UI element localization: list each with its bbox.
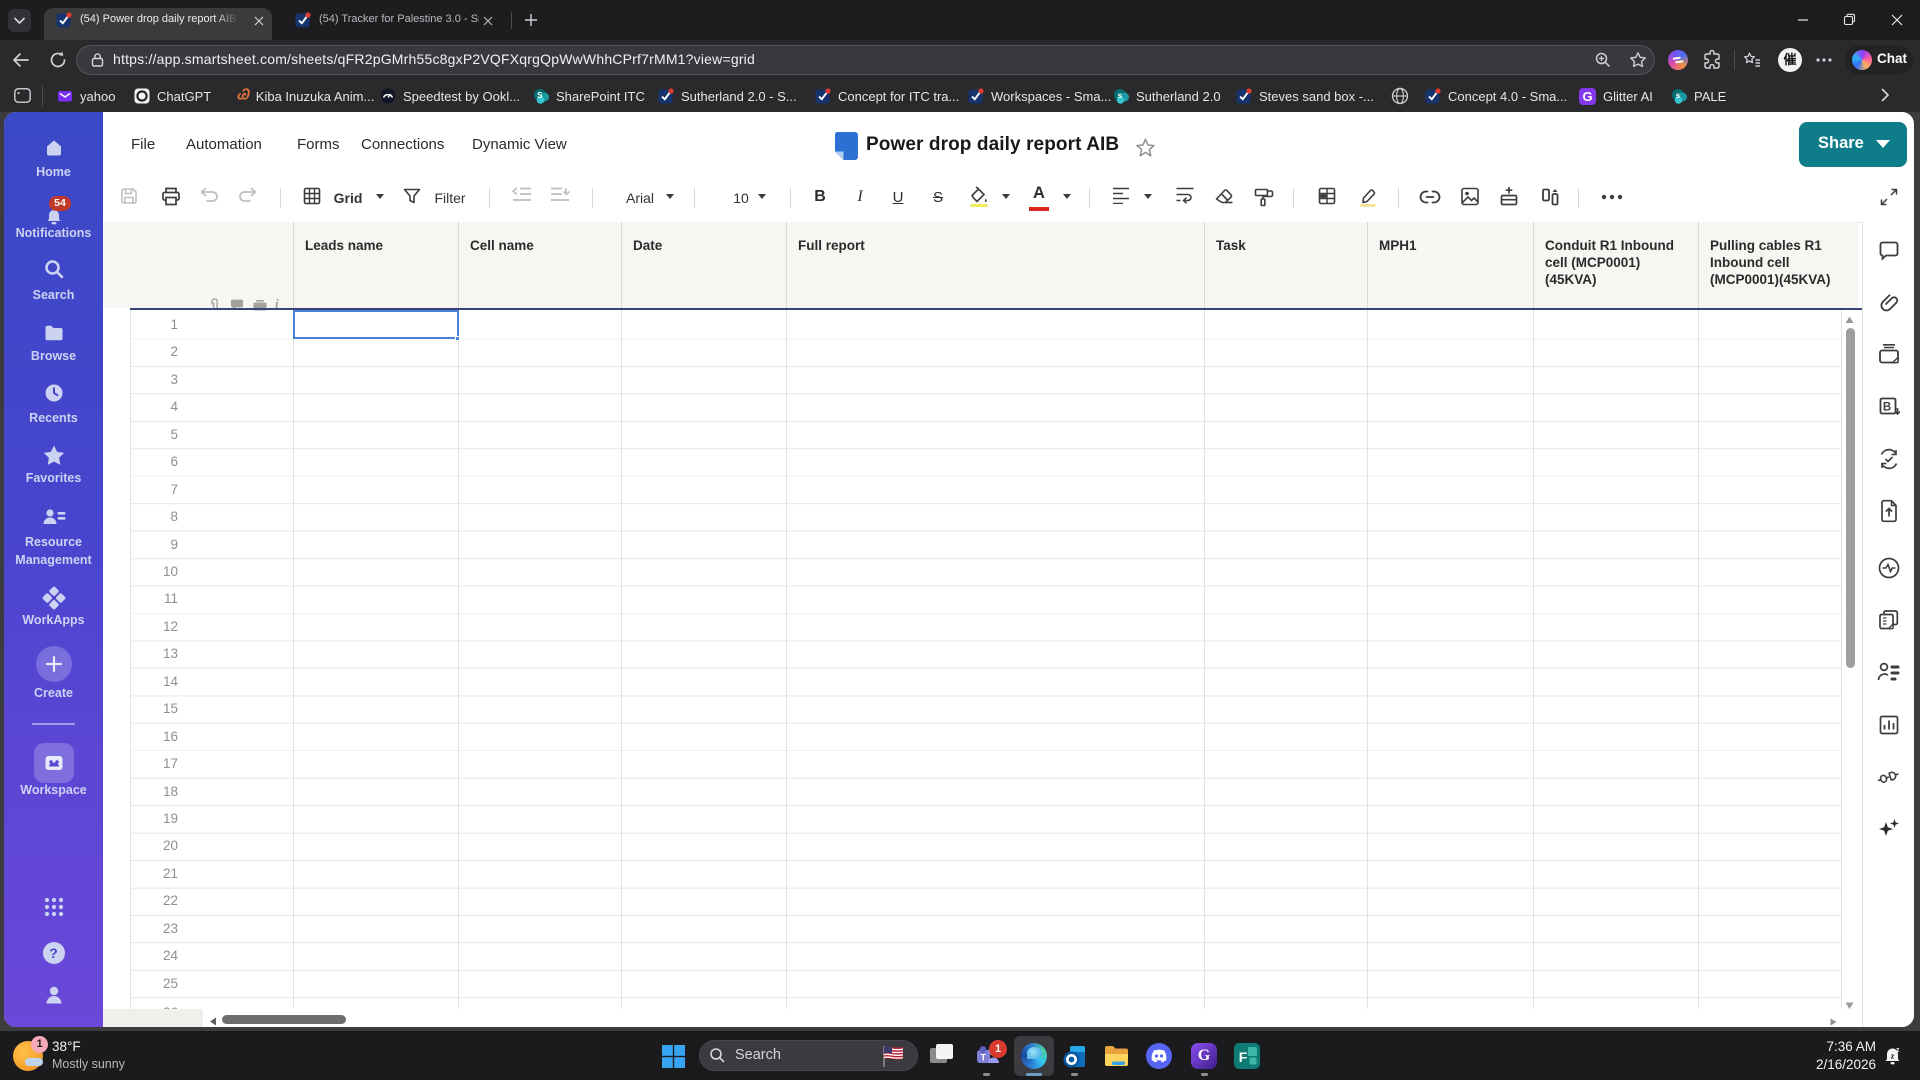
- svg-text:s: s: [1676, 91, 1681, 100]
- svg-text:z: z: [1896, 1047, 1900, 1054]
- svg-text:s: s: [1118, 91, 1123, 100]
- svg-text:z: z: [1891, 1052, 1895, 1061]
- svg-text:F: F: [1239, 1049, 1248, 1065]
- svg-text:T: T: [981, 1052, 987, 1062]
- svg-text:B: B: [1882, 402, 1890, 414]
- svg-text:S: S: [537, 91, 543, 100]
